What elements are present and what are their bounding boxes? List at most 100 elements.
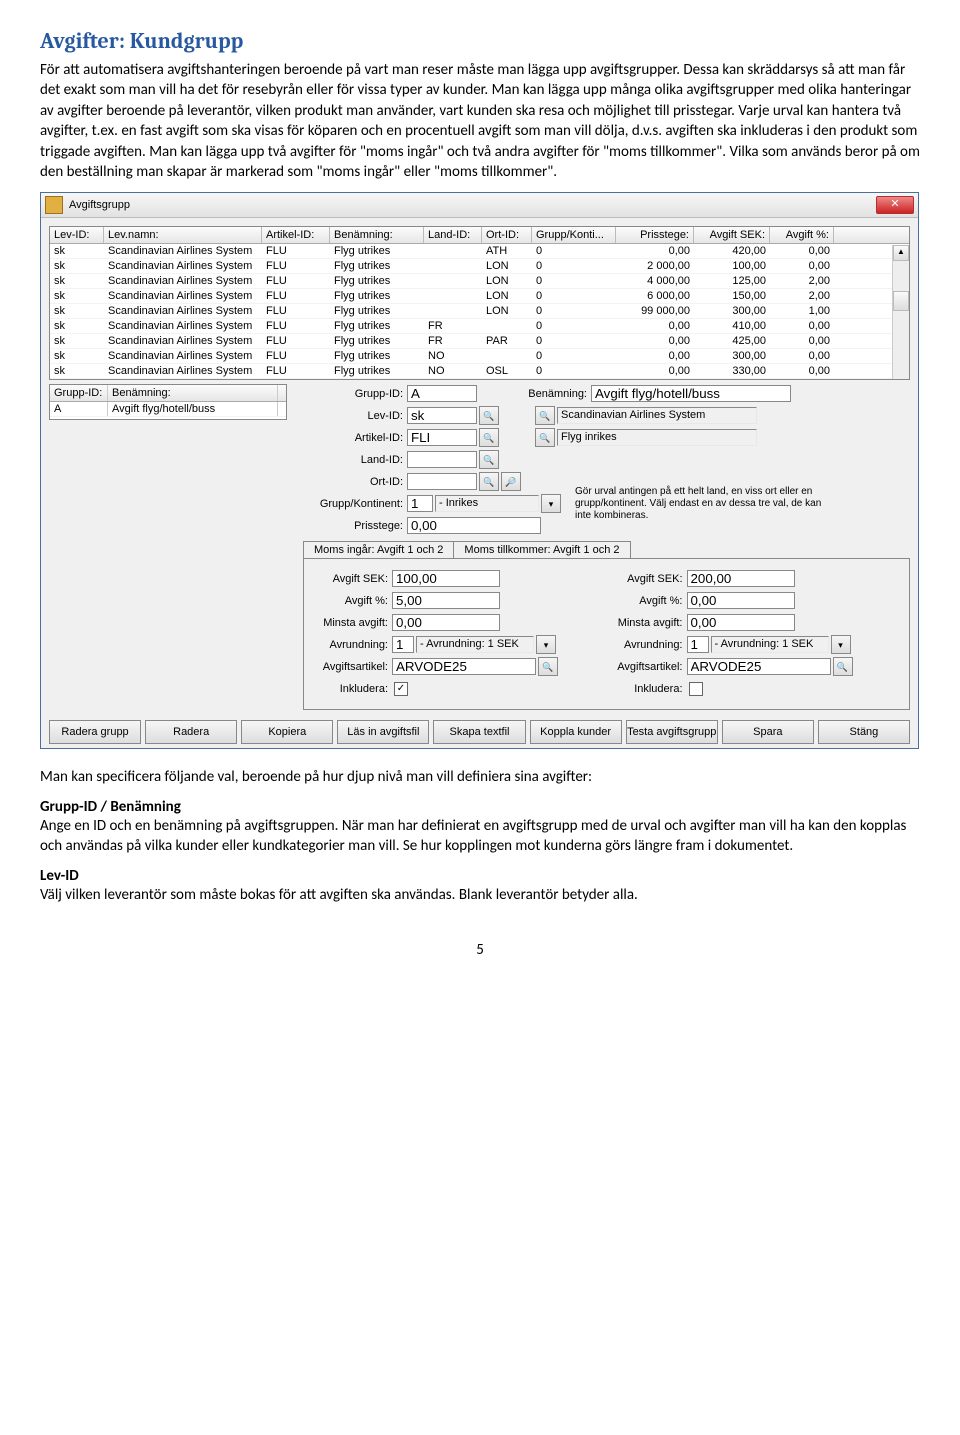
search-art-icon[interactable]: 🔍: [479, 428, 499, 447]
scroll-up-icon[interactable]: ▲: [893, 245, 909, 261]
table-row[interactable]: skScandinavian Airlines SystemFLUFlyg ut…: [50, 364, 909, 379]
levid-input[interactable]: [407, 407, 477, 424]
col-gruppkonti[interactable]: Grupp/Konti...: [532, 227, 616, 243]
search-lev-icon[interactable]: 🔍: [479, 406, 499, 425]
cell-pct: 0,00: [770, 334, 834, 348]
cell-levn: Scandinavian Airlines System: [104, 289, 262, 303]
table-row[interactable]: skScandinavian Airlines SystemFLUFlyg ut…: [50, 289, 909, 304]
benamning-input[interactable]: [591, 385, 791, 402]
gruppid-input[interactable]: [407, 385, 477, 402]
avrundning2-input[interactable]: [687, 636, 709, 653]
cell-art: FLU: [262, 289, 330, 303]
avgiftpct2-input[interactable]: [687, 592, 795, 609]
artikelid-input[interactable]: [407, 429, 477, 446]
cell-ben: Flyg utrikes: [330, 364, 424, 378]
cell-pct: 0,00: [770, 259, 834, 273]
skapa-textfil-button[interactable]: Skapa textfil: [433, 720, 525, 744]
stang-button[interactable]: Stäng: [818, 720, 910, 744]
col-levid[interactable]: Lev-ID:: [50, 227, 104, 243]
cell-ben: Flyg utrikes: [330, 244, 424, 258]
inkludera2-checkbox[interactable]: [689, 682, 703, 696]
col-ortid[interactable]: Ort-ID:: [482, 227, 532, 243]
radera-grupp-button[interactable]: Radera grupp: [49, 720, 141, 744]
table-row[interactable]: skScandinavian Airlines SystemFLUFlyg ut…: [50, 259, 909, 274]
avgiftsek1-input[interactable]: [392, 570, 500, 587]
avrundning1-dd-icon[interactable]: ▾: [536, 635, 556, 654]
prisstege-input[interactable]: [407, 517, 541, 534]
col-avgiftpct[interactable]: Avgift %:: [770, 227, 834, 243]
avgiftsek2-input[interactable]: [687, 570, 795, 587]
search-artname-icon[interactable]: 🔍: [535, 428, 555, 447]
tab-moms-ingar[interactable]: Moms ingår: Avgift 1 och 2: [303, 541, 454, 558]
col-landid[interactable]: Land-ID:: [424, 227, 482, 243]
avrundning1-input[interactable]: [392, 636, 414, 653]
avgifter-grid[interactable]: Lev-ID: Lev.namn: Artikel-ID: Benämning:…: [49, 226, 910, 380]
cell-grk: 0: [532, 334, 616, 348]
heading-levid: Lev-ID: [40, 867, 920, 885]
cell-lev: sk: [50, 319, 104, 333]
dropdown-grk-icon[interactable]: ▾: [541, 494, 561, 513]
search-avgart1-icon[interactable]: 🔍: [538, 657, 558, 676]
minstaavgift1-input[interactable]: [392, 614, 500, 631]
col-prisstege[interactable]: Prisstege:: [616, 227, 694, 243]
table-row[interactable]: skScandinavian Airlines SystemFLUFlyg ut…: [50, 304, 909, 319]
search-ort-icon[interactable]: 🔍: [479, 472, 499, 491]
table-row[interactable]: skScandinavian Airlines SystemFLUFlyg ut…: [50, 319, 909, 334]
minicol-benamning[interactable]: Benämning:: [108, 385, 278, 401]
avgiftpct1-input[interactable]: [392, 592, 500, 609]
las-in-avgiftsfil-button[interactable]: Läs in avgiftsfil: [337, 720, 429, 744]
col-benamning[interactable]: Benämning:: [330, 227, 424, 243]
cell-grk: 0: [532, 259, 616, 273]
col-artikelid[interactable]: Artikel-ID:: [262, 227, 330, 243]
cell-levn: Scandinavian Airlines System: [104, 319, 262, 333]
label-avgiftpct2: Avgift %:: [607, 595, 683, 607]
label-avrundning2: Avrundning:: [607, 639, 683, 651]
cell-land: [424, 304, 482, 318]
cell-land: NO: [424, 349, 482, 363]
grupp-minigrid[interactable]: Grupp-ID:Benämning: AAvgift flyg/hotell/…: [49, 384, 287, 420]
cell-levn: Scandinavian Airlines System: [104, 259, 262, 273]
table-row[interactable]: skScandinavian Airlines SystemFLUFlyg ut…: [50, 349, 909, 364]
avrundning2-dd-icon[interactable]: ▾: [831, 635, 851, 654]
radera-button[interactable]: Radera: [145, 720, 237, 744]
cell-levn: Scandinavian Airlines System: [104, 364, 262, 378]
search-avgart2-icon[interactable]: 🔍: [833, 657, 853, 676]
label-avgiftsartikel2: Avgiftsartikel:: [607, 661, 683, 673]
gruppkont-input[interactable]: [407, 495, 433, 512]
landid-input[interactable]: [407, 451, 477, 468]
cell-sek: 100,00: [694, 259, 770, 273]
search-levname-icon[interactable]: 🔍: [535, 406, 555, 425]
scroll-thumb[interactable]: [893, 291, 909, 311]
cell-lev: sk: [50, 244, 104, 258]
minicol-gruppid[interactable]: Grupp-ID:: [50, 385, 108, 401]
avgiftsartikel2-input[interactable]: [687, 658, 831, 675]
cell-levn: Scandinavian Airlines System: [104, 349, 262, 363]
spara-button[interactable]: Spara: [722, 720, 814, 744]
close-icon[interactable]: ✕: [876, 196, 914, 214]
cell-ort: LON: [482, 304, 532, 318]
mini-r1: A: [50, 402, 108, 416]
ortid-input[interactable]: [407, 473, 477, 490]
magnify-ort-icon[interactable]: 🔎: [501, 472, 521, 491]
col-levnamn[interactable]: Lev.namn:: [104, 227, 262, 243]
col-avgiftsek[interactable]: Avgift SEK:: [694, 227, 770, 243]
cell-ort: [482, 319, 532, 333]
kopiera-button[interactable]: Kopiera: [241, 720, 333, 744]
testa-avgiftsgrupp-button[interactable]: Testa avgiftsgrupp: [626, 720, 718, 744]
cell-sek: 150,00: [694, 289, 770, 303]
detail-form: Grupp-ID: Benämning: Lev-ID: 🔍 🔍 Scandin…: [303, 384, 910, 710]
table-row[interactable]: skScandinavian Airlines SystemFLUFlyg ut…: [50, 334, 909, 349]
table-row[interactable]: skScandinavian Airlines SystemFLUFlyg ut…: [50, 244, 909, 259]
table-row[interactable]: skScandinavian Airlines SystemFLUFlyg ut…: [50, 274, 909, 289]
search-land-icon[interactable]: 🔍: [479, 450, 499, 469]
avgiftsartikel1-input[interactable]: [392, 658, 536, 675]
text-gruppid: Ange en ID och en benämning på avgiftsgr…: [40, 816, 920, 857]
minstaavgift2-input[interactable]: [687, 614, 795, 631]
koppla-kunder-button[interactable]: Koppla kunder: [530, 720, 622, 744]
vertical-scrollbar[interactable]: ▲: [892, 245, 909, 379]
inkludera1-checkbox[interactable]: ✓: [394, 682, 408, 696]
cell-lev: sk: [50, 334, 104, 348]
cell-levn: Scandinavian Airlines System: [104, 244, 262, 258]
cell-grk: 0: [532, 364, 616, 378]
tab-moms-tillkommer[interactable]: Moms tillkommer: Avgift 1 och 2: [453, 541, 630, 558]
